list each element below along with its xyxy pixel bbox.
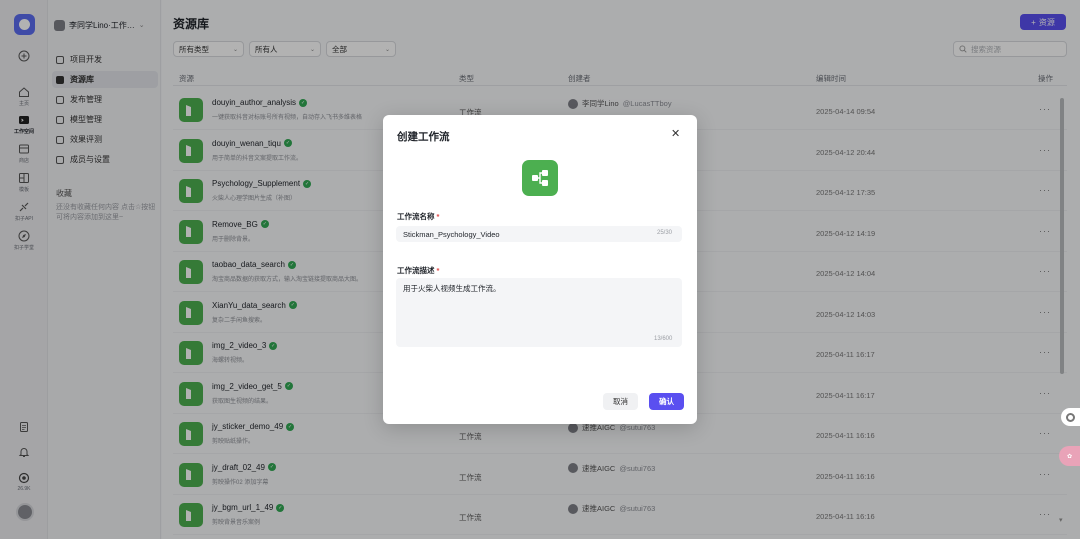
promo-icon: ✿ bbox=[1066, 453, 1073, 460]
scroll-down-icon[interactable]: ▾ bbox=[1059, 516, 1063, 524]
confirm-button[interactable]: 确认 bbox=[649, 393, 684, 410]
floating-promo-button[interactable]: ✿ bbox=[1059, 446, 1080, 466]
workflow-name-input[interactable]: Stickman_Psychology_Video bbox=[396, 226, 682, 242]
desc-char-count: 13/600 bbox=[654, 336, 673, 342]
workflow-icon bbox=[522, 160, 558, 196]
workflow-name-value: Stickman_Psychology_Video bbox=[403, 229, 500, 239]
required-mark: * bbox=[436, 266, 440, 275]
create-workflow-dialog: 创建工作流 ✕ 工作流名称 * Stickman_Psychology_Video… bbox=[383, 115, 697, 424]
workflow-glyph bbox=[532, 170, 548, 186]
cancel-button[interactable]: 取消 bbox=[603, 393, 638, 410]
floating-assistant-button[interactable] bbox=[1061, 408, 1080, 426]
required-mark: * bbox=[436, 212, 440, 221]
name-char-count: 25/30 bbox=[657, 230, 673, 236]
name-label: 工作流名称 * bbox=[397, 211, 439, 222]
desc-label-text: 工作流描述 bbox=[397, 266, 435, 275]
workflow-description-input[interactable]: 用于火柴人视频生成工作流。 bbox=[396, 278, 682, 347]
dialog-title: 创建工作流 bbox=[397, 131, 450, 143]
workflow-description-value: 用于火柴人视频生成工作流。 bbox=[403, 284, 501, 293]
desc-label: 工作流描述 * bbox=[397, 265, 439, 276]
assistant-icon bbox=[1066, 412, 1075, 422]
name-label-text: 工作流名称 bbox=[397, 212, 435, 221]
close-icon[interactable]: ✕ bbox=[671, 127, 680, 140]
